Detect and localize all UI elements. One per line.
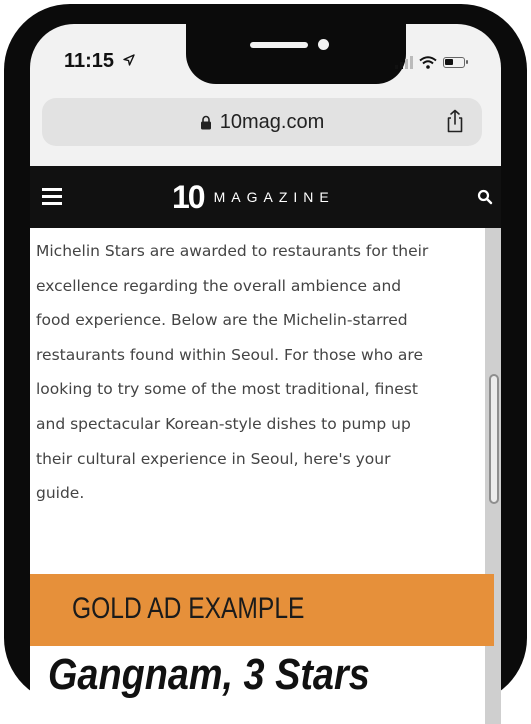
ad-label: GOLD AD EXAMPLE bbox=[72, 592, 305, 625]
article-line: food experience. Below are the Michelin-… bbox=[36, 311, 408, 330]
article-line: their cultural experience in Seoul, here… bbox=[36, 449, 391, 468]
search-icon[interactable] bbox=[477, 189, 493, 205]
article-line: and spectacular Korean-style dishes to p… bbox=[36, 414, 411, 433]
location-arrow-icon bbox=[122, 54, 135, 66]
phone-notch bbox=[186, 24, 406, 84]
front-camera bbox=[318, 39, 329, 50]
logo-wordmark: MAGAZINE bbox=[213, 189, 335, 205]
logo-mark: 10 bbox=[172, 178, 206, 215]
status-bar-time: 11:15 bbox=[64, 50, 135, 73]
address-bar[interactable]: 10mag.com bbox=[42, 98, 482, 146]
phone-screen: 11:15 10mag.com 10 MAGAZINE Michelin Sta… bbox=[30, 24, 501, 724]
share-icon[interactable] bbox=[446, 109, 464, 133]
scrollbar-thumb[interactable] bbox=[489, 374, 499, 504]
article-paragraph: Michelin Stars are awarded to restaurant… bbox=[36, 234, 501, 511]
article-line: looking to try some of the most traditio… bbox=[36, 380, 418, 399]
url-text: 10mag.com bbox=[219, 110, 325, 133]
hamburger-menu-icon[interactable] bbox=[42, 188, 62, 209]
article-line: excellence regarding the overall ambienc… bbox=[36, 276, 402, 295]
status-time-text: 11:15 bbox=[64, 50, 115, 72]
cellular-signal-icon bbox=[395, 55, 413, 69]
scrollbar-track[interactable] bbox=[485, 228, 501, 724]
phone-frame: 11:15 10mag.com 10 MAGAZINE Michelin Sta… bbox=[4, 4, 527, 724]
site-header: 10 MAGAZINE bbox=[30, 166, 501, 228]
status-bar-icons bbox=[395, 52, 468, 72]
url-display[interactable]: 10mag.com bbox=[42, 98, 482, 146]
article-line: Michelin Stars are awarded to restaurant… bbox=[36, 242, 429, 260]
battery-icon bbox=[443, 56, 468, 68]
article-line: restaurants found within Seoul. For thos… bbox=[36, 345, 424, 364]
section-heading: Gangnam, 3 Stars bbox=[48, 650, 370, 699]
gold-ad-banner[interactable]: GOLD AD EXAMPLE bbox=[30, 574, 494, 646]
site-logo[interactable]: 10 MAGAZINE bbox=[172, 178, 335, 215]
article-line: guide. bbox=[36, 484, 85, 503]
wifi-icon bbox=[419, 55, 437, 69]
lock-icon bbox=[200, 115, 211, 129]
speaker-grille bbox=[250, 42, 308, 48]
